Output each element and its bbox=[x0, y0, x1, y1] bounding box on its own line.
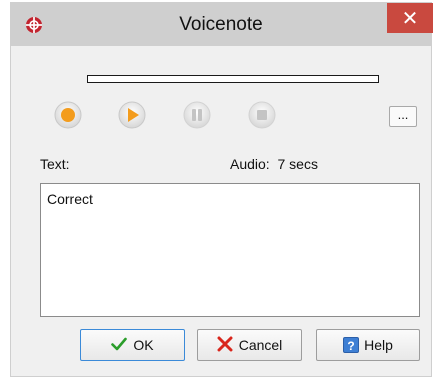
more-options-button[interactable]: ... bbox=[389, 106, 417, 127]
note-text-value: Correct bbox=[47, 191, 93, 207]
voicenote-dialog: Voicenote ✕ ... Text: Audio: 7 secs Corr… bbox=[10, 2, 433, 377]
record-button[interactable] bbox=[54, 101, 82, 129]
help-question-icon: ? bbox=[343, 337, 360, 353]
record-icon bbox=[54, 101, 82, 129]
checkmark-icon bbox=[111, 337, 128, 354]
help-button[interactable]: ? Help bbox=[316, 329, 420, 361]
window-title: Voicenote bbox=[179, 14, 263, 35]
help-button-label: Help bbox=[364, 337, 393, 353]
ok-button[interactable]: OK bbox=[80, 329, 185, 361]
note-text-area[interactable]: Correct bbox=[40, 183, 420, 317]
stop-button[interactable] bbox=[248, 101, 276, 129]
audio-progress-bar bbox=[87, 75, 379, 83]
text-label: Text: bbox=[40, 156, 70, 172]
stop-icon bbox=[248, 101, 276, 129]
play-button[interactable] bbox=[118, 101, 146, 129]
cancel-button[interactable]: Cancel bbox=[197, 329, 302, 361]
cross-icon bbox=[217, 336, 233, 355]
close-button[interactable]: ✕ bbox=[387, 3, 433, 33]
ok-button-label: OK bbox=[133, 337, 154, 353]
cancel-button-label: Cancel bbox=[238, 337, 283, 353]
dialog-body: ... Text: Audio: 7 secs Correct OK Cance… bbox=[11, 46, 431, 376]
audio-duration-label: Audio: 7 secs bbox=[230, 156, 318, 172]
close-icon: ✕ bbox=[401, 6, 419, 30]
title-bar: Voicenote ✕ bbox=[11, 3, 433, 46]
pause-button[interactable] bbox=[183, 101, 211, 129]
play-icon bbox=[118, 101, 146, 129]
pause-icon bbox=[183, 101, 211, 129]
